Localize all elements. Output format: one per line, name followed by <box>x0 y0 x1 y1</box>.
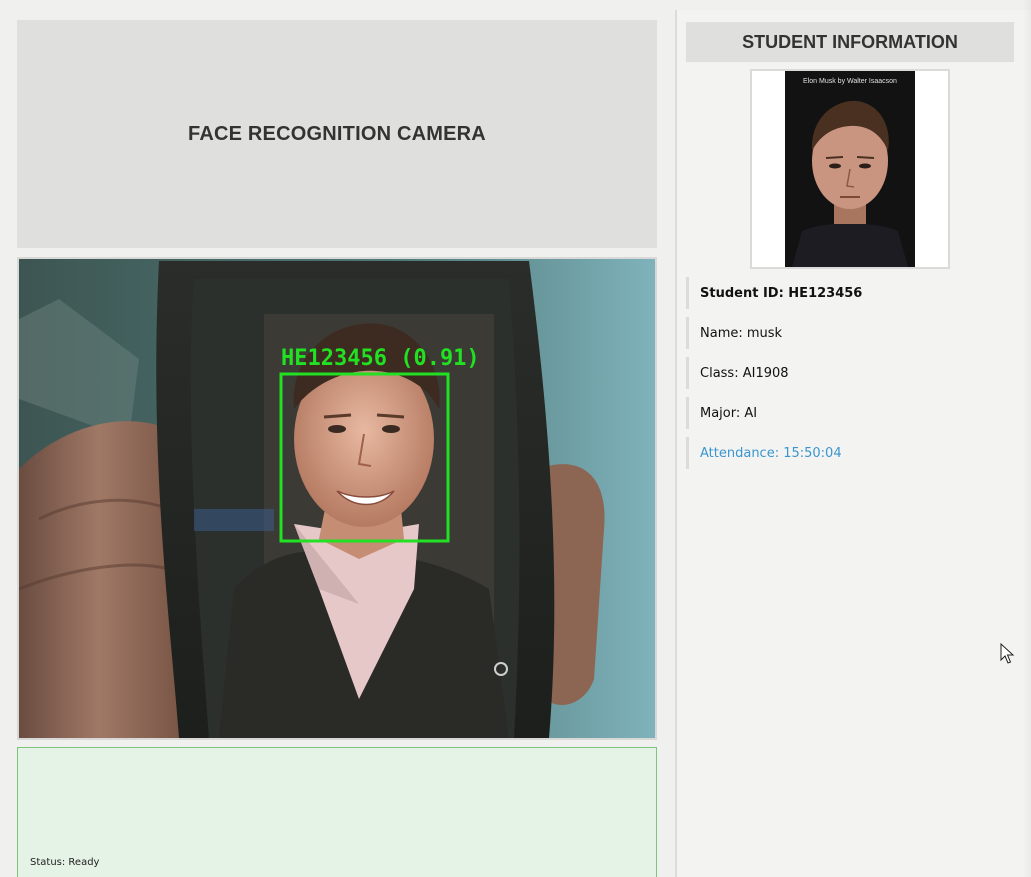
student-class-field: Class: AI1908 <box>686 357 1020 389</box>
student-photo-image: Elon Musk by Walter Isaacson <box>752 71 948 267</box>
detection-label: HE123456 (0.91) <box>281 346 480 371</box>
camera-header: FACE RECOGNITION CAMERA <box>17 20 657 248</box>
photo-caption: Elon Musk by Walter Isaacson <box>803 78 897 85</box>
student-info-title: STUDENT INFORMATION <box>742 31 958 52</box>
student-photo: Elon Musk by Walter Isaacson <box>750 69 950 269</box>
student-info-panel: STUDENT INFORMATION Elon Musk by Walter … <box>677 10 1031 877</box>
camera-frame-image: HE123456 (0.91) <box>19 259 655 738</box>
attendance-field: Attendance: 15:50:04 <box>686 437 1020 469</box>
mouse-cursor-icon <box>1000 643 1015 664</box>
camera-title: FACE RECOGNITION CAMERA <box>188 122 486 145</box>
status-panel: Status: Ready <box>17 747 657 877</box>
status-text: Status: Ready <box>30 857 100 868</box>
window-edge <box>1023 0 1031 877</box>
student-info-header: STUDENT INFORMATION <box>686 22 1014 62</box>
camera-feed: HE123456 (0.91) <box>17 257 657 740</box>
student-id-field: Student ID: HE123456 <box>686 277 1020 309</box>
student-name-field: Name: musk <box>686 317 1020 349</box>
app-window: FACE RECOGNITION CAMERA HE123456 (0.91) … <box>0 0 1031 877</box>
student-major-field: Major: AI <box>686 397 1020 429</box>
